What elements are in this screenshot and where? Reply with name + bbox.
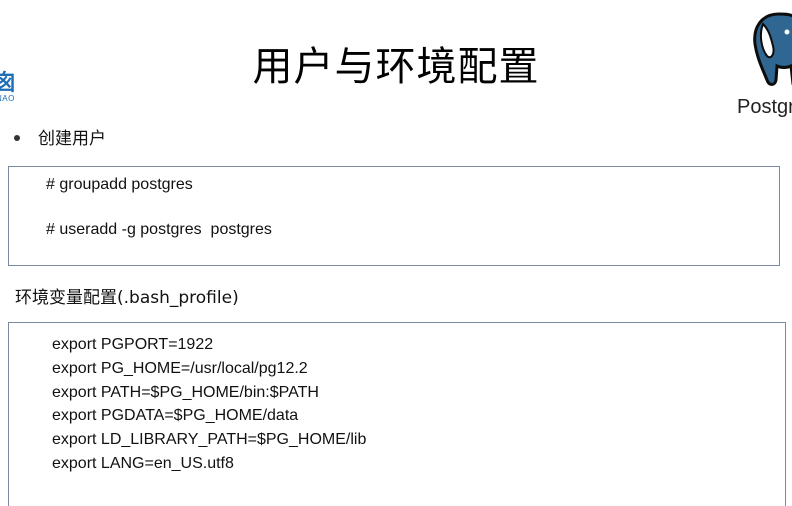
partner-logo-text: NAO bbox=[0, 94, 15, 103]
env-config-box: export PGPORT=1922 export PG_HOME=/usr/l… bbox=[8, 322, 786, 506]
elephant-icon bbox=[753, 12, 792, 86]
command-line: # groupadd postgres bbox=[46, 176, 193, 193]
env-line: export PATH=$PG_HOME/bin:$PATH bbox=[52, 383, 319, 401]
bullet-create-user: 创建用户 bbox=[14, 124, 106, 149]
env-config-heading: 环境变量配置(.bash_profile) bbox=[15, 288, 239, 308]
env-line: export PGPORT=1922 bbox=[52, 336, 214, 353]
create-user-command-box: # groupadd postgres # useradd -g postgre… bbox=[8, 166, 780, 266]
postgres-logo: Postgres bbox=[735, 8, 792, 118]
env-line: export PGDATA=$PG_HOME/data bbox=[52, 407, 299, 425]
slide-title: 用户与环境配置 bbox=[252, 44, 540, 90]
env-line: export LANG=en_US.utf8 bbox=[52, 454, 234, 472]
bullet-text: 创建用户 bbox=[38, 129, 106, 149]
bullet-dot bbox=[14, 134, 20, 141]
env-line: export LD_LIBRARY_PATH=$PG_HOME/lib bbox=[52, 431, 367, 449]
postgres-logo-text: Postgres bbox=[737, 96, 792, 118]
env-line: export PG_HOME=/usr/local/pg12.2 bbox=[52, 359, 308, 377]
env-lines: export PGPORT=1922 export PG_HOME=/usr/l… bbox=[52, 333, 366, 476]
command-line: # useradd -g postgres postgres bbox=[46, 221, 272, 238]
